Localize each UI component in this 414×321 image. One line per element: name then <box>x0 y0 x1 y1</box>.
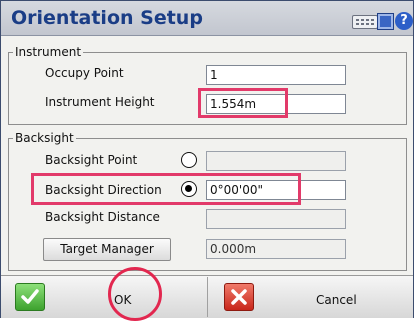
button-divider <box>207 277 208 317</box>
orientation-setup-window: Orientation Setup ? Instrument Occupy Po… <box>0 0 414 321</box>
checkmark-icon[interactable] <box>15 283 45 311</box>
cancel-button[interactable]: Cancel <box>316 293 357 307</box>
instrument-legend: Instrument <box>15 45 82 59</box>
backsight-direction-highlight <box>31 173 301 205</box>
title-bar: Orientation Setup ? <box>1 1 413 36</box>
occupy-point-label: Occupy Point <box>45 66 124 80</box>
help-icon[interactable]: ? <box>395 12 413 30</box>
instrument-height-label: Instrument Height <box>45 95 155 109</box>
backsight-distance-input[interactable] <box>206 209 346 229</box>
ok-button-highlight <box>108 267 162 321</box>
backsight-point-input[interactable] <box>206 151 346 171</box>
backsight-legend: Backsight <box>15 131 74 145</box>
instrument-height-highlight <box>198 88 288 118</box>
target-value-field: 0.000m <box>206 239 346 259</box>
grid-icon[interactable] <box>377 13 394 30</box>
close-icon[interactable] <box>224 283 254 311</box>
backsight-distance-label: Backsight Distance <box>45 210 160 224</box>
target-manager-button[interactable]: Target Manager <box>43 238 171 261</box>
occupy-point-input[interactable]: 1 <box>206 65 346 85</box>
backsight-point-radio[interactable] <box>181 152 197 168</box>
window-title: Orientation Setup <box>11 7 203 29</box>
keyboard-icon[interactable] <box>352 15 378 29</box>
backsight-point-label: Backsight Point <box>45 153 138 167</box>
